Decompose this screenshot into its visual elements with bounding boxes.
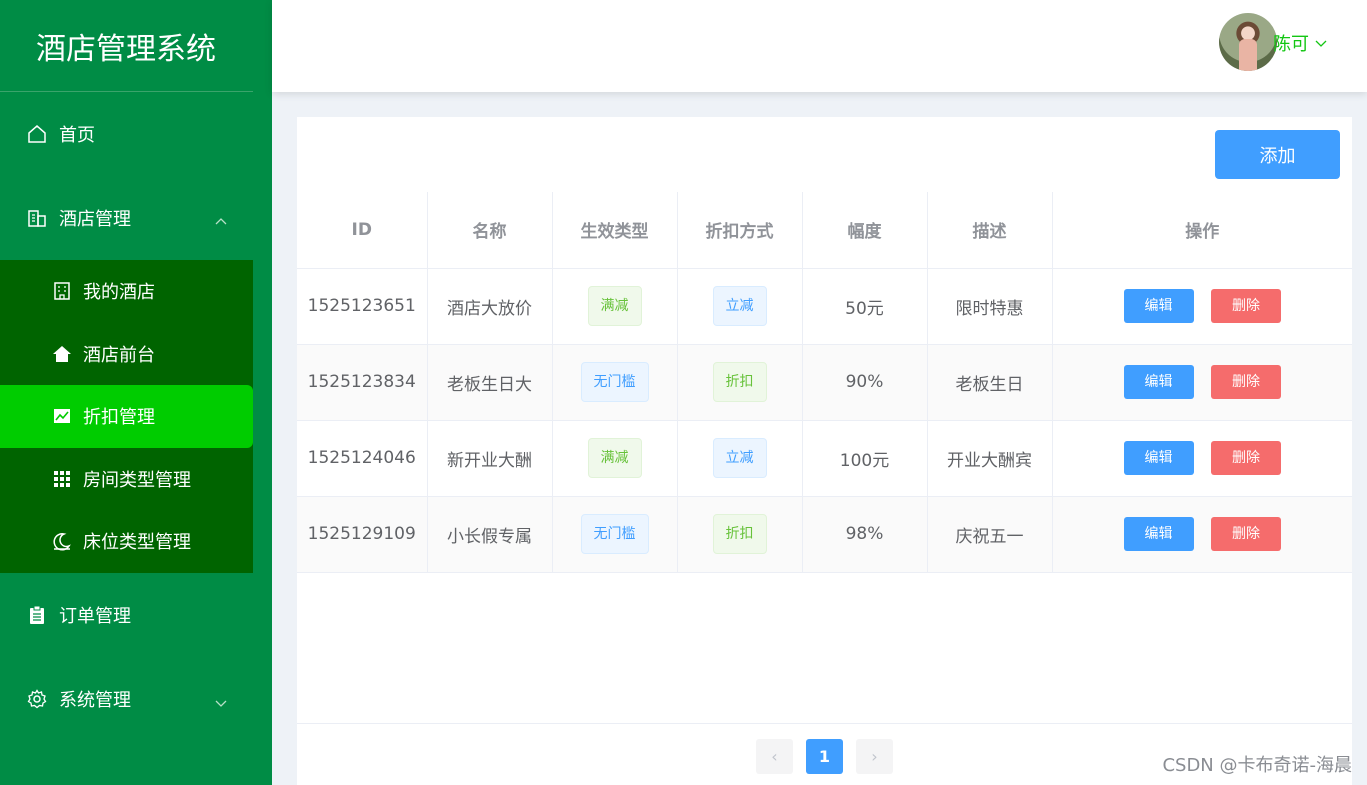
- col-header-description: 描述: [927, 192, 1053, 269]
- watermark: CSDN @卡布奇诺-海晨: [1162, 755, 1352, 776]
- sidebar: 酒店管理系统 首页 酒店管理 我的酒店 酒店前台 折扣管理 房间类型管理 床位类…: [0, 0, 272, 785]
- sidebar-item-label: 房间类型管理: [83, 469, 191, 491]
- discount-mode-tag: 折扣: [712, 362, 767, 402]
- sidebar-item-room-types[interactable]: 房间类型管理: [0, 448, 253, 511]
- cell-amount: 50元: [802, 268, 928, 345]
- user-dropdown[interactable]: 陈可: [1273, 30, 1327, 56]
- edit-button[interactable]: 编辑: [1123, 289, 1194, 323]
- col-header-discount-mode: 折扣方式: [677, 192, 803, 269]
- sidebar-item-label: 酒店管理: [59, 209, 131, 230]
- sidebar-item-front-desk[interactable]: 酒店前台: [0, 323, 253, 386]
- sidebar-item-system-management[interactable]: 系统管理: [0, 657, 253, 741]
- col-header-amount: 幅度: [802, 192, 928, 269]
- col-header-id: ID: [297, 192, 428, 269]
- next-page-button[interactable]: ›: [856, 739, 893, 774]
- effect-type-tag: 满减: [587, 438, 642, 478]
- sidebar-item-bed-types[interactable]: 床位类型管理: [0, 510, 253, 573]
- pagination: ‹ 1 ›: [756, 739, 893, 774]
- sidebar-item-label: 酒店前台: [83, 344, 155, 366]
- building-icon: [27, 208, 47, 228]
- table-row: 1525124046 新开业大酬 满减 立减 100元 开业大酬宾 编辑 删除: [297, 420, 1352, 497]
- clipboard-icon: [27, 605, 47, 625]
- top-header: 陈可: [272, 0, 1367, 92]
- username: 陈可: [1273, 34, 1309, 55]
- moon-icon: [52, 531, 72, 551]
- discount-mode-tag: 立减: [712, 438, 767, 478]
- edit-button[interactable]: 编辑: [1123, 517, 1194, 551]
- effect-type-tag: 满减: [587, 286, 642, 326]
- sidebar-item-discount-management[interactable]: 折扣管理: [0, 385, 253, 448]
- cell-name: 酒店大放价: [427, 268, 553, 345]
- cell-description: 限时特惠: [927, 268, 1053, 345]
- cell-id: 1525129109: [297, 496, 428, 573]
- chevron-up-icon: [215, 212, 227, 225]
- gear-icon: [27, 688, 47, 709]
- avatar[interactable]: [1219, 13, 1277, 71]
- cell-name: 小长假专属: [427, 496, 553, 573]
- discount-card: 添加 ID 名称 生效类型 折扣方式 幅度 描述 操作 1525123651 酒…: [297, 117, 1352, 785]
- chevron-down-icon: [1315, 33, 1327, 54]
- edit-button[interactable]: 编辑: [1123, 365, 1194, 399]
- table-row: 1525123834 老板生日大 无门槛 折扣 90% 老板生日 编辑 删除: [297, 344, 1352, 421]
- sidebar-item-label: 订单管理: [59, 605, 131, 627]
- effect-type-tag: 无门槛: [580, 362, 649, 402]
- pagination-divider: [297, 723, 1352, 724]
- cell-id: 1525123834: [297, 344, 428, 421]
- grid-icon: [52, 469, 72, 489]
- effect-type-tag: 无门槛: [580, 514, 649, 554]
- cell-amount: 98%: [802, 496, 928, 573]
- discount-mode-tag: 折扣: [712, 514, 767, 554]
- col-header-actions: 操作: [1052, 192, 1352, 269]
- sidebar-item-label: 床位类型管理: [83, 532, 191, 554]
- sidebar-item-hotel-management[interactable]: 酒店管理: [0, 176, 253, 260]
- chart-icon: [52, 406, 72, 426]
- sidebar-item-label: 折扣管理: [83, 407, 155, 429]
- table-row: 1525123651 酒店大放价 满减 立减 50元 限时特惠 编辑 删除: [297, 268, 1352, 345]
- cell-description: 老板生日: [927, 344, 1053, 421]
- app-title: 酒店管理系统: [0, 0, 253, 92]
- add-button[interactable]: 添加: [1215, 130, 1340, 179]
- delete-button[interactable]: 删除: [1210, 441, 1281, 475]
- sidebar-item-label: 首页: [59, 125, 95, 146]
- delete-button[interactable]: 删除: [1210, 365, 1281, 399]
- cell-name: 老板生日大: [427, 344, 553, 421]
- cell-name: 新开业大酬: [427, 420, 553, 497]
- sidebar-item-home[interactable]: 首页: [0, 92, 253, 176]
- col-header-name: 名称: [427, 192, 553, 269]
- cell-description: 庆祝五一: [927, 496, 1053, 573]
- cell-description: 开业大酬宾: [927, 420, 1053, 497]
- cell-amount: 100元: [802, 420, 928, 497]
- sidebar-menu: 首页 酒店管理 我的酒店 酒店前台 折扣管理 房间类型管理 床位类型管理 订单管…: [0, 92, 253, 741]
- sidebar-item-my-hotel[interactable]: 我的酒店: [0, 260, 253, 323]
- table-row: 1525129109 小长假专属 无门槛 折扣 98% 庆祝五一 编辑 删除: [297, 496, 1352, 573]
- cell-amount: 90%: [802, 344, 928, 421]
- chevron-down-icon: [215, 693, 227, 707]
- prev-page-button[interactable]: ‹: [756, 739, 793, 774]
- discount-table: ID 名称 生效类型 折扣方式 幅度 描述 操作 1525123651 酒店大放…: [297, 192, 1352, 573]
- sidebar-item-label: 我的酒店: [83, 282, 155, 304]
- office-icon: [52, 281, 72, 301]
- sidebar-item-orders[interactable]: 订单管理: [0, 573, 253, 657]
- table-header-row: ID 名称 生效类型 折扣方式 幅度 描述 操作: [297, 192, 1352, 269]
- cell-id: 1525123651: [297, 268, 428, 345]
- sidebar-item-label: 系统管理: [59, 689, 131, 711]
- edit-button[interactable]: 编辑: [1123, 441, 1194, 475]
- page-number-button[interactable]: 1: [806, 739, 843, 774]
- home-icon: [27, 124, 47, 144]
- discount-mode-tag: 立减: [712, 286, 767, 326]
- hotel-submenu: 我的酒店 酒店前台 折扣管理 房间类型管理 床位类型管理: [0, 260, 253, 573]
- delete-button[interactable]: 删除: [1210, 517, 1281, 551]
- house-icon: [52, 344, 72, 364]
- col-header-effect-type: 生效类型: [552, 192, 678, 269]
- delete-button[interactable]: 删除: [1210, 289, 1281, 323]
- cell-id: 1525124046: [297, 420, 428, 497]
